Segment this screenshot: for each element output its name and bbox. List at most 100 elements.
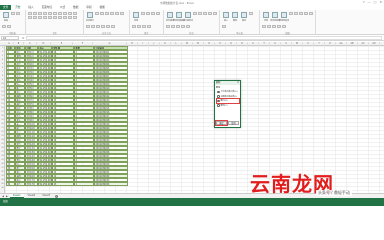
ribbon-button-6-0[interactable]: 求和 bbox=[262, 12, 270, 24]
ribbon-small-icon[interactable] bbox=[181, 25, 185, 28]
table-cell[interactable]: 2019030034 bbox=[94, 182, 128, 186]
table-cell[interactable]: 13 bbox=[52, 182, 74, 186]
table-cell[interactable]: 蒋六 bbox=[15, 182, 25, 186]
ribbon-small-icon[interactable] bbox=[63, 12, 67, 15]
ribbon-small-icon[interactable] bbox=[137, 25, 141, 28]
ribbon-small-icon[interactable] bbox=[132, 25, 136, 28]
ribbon-small-icon[interactable] bbox=[2, 25, 6, 28]
table-cell[interactable]: 34 bbox=[6, 182, 15, 186]
ribbon-button-5-0[interactable]: 插入 bbox=[222, 12, 230, 24]
ribbon-small-icon[interactable] bbox=[147, 25, 151, 28]
ribbon-small-icon[interactable] bbox=[186, 25, 190, 28]
ribbon-small-icon[interactable] bbox=[141, 12, 145, 15]
ribbon-small-icon[interactable] bbox=[48, 12, 52, 15]
ribbon-small-icon[interactable] bbox=[86, 25, 90, 28]
table-cell[interactable]: ¥1,250.00 bbox=[38, 182, 52, 186]
ribbon-small-icon[interactable] bbox=[208, 12, 212, 15]
radio-icon[interactable] bbox=[217, 104, 220, 107]
ribbon-small-icon[interactable] bbox=[53, 12, 57, 15]
ribbon-small-icon[interactable] bbox=[73, 12, 77, 15]
ribbon-button-2-0[interactable]: 自动换行 bbox=[86, 12, 94, 24]
ribbon-button-3-0[interactable]: 常规 bbox=[132, 12, 140, 24]
ribbon-small-icon[interactable] bbox=[96, 25, 100, 28]
ribbon-button-5-1[interactable]: 删除 bbox=[231, 12, 239, 24]
ribbon-button-6-2[interactable]: 查找和选择 bbox=[279, 12, 289, 24]
ribbon-small-icon[interactable] bbox=[277, 25, 281, 28]
radio-icon[interactable] bbox=[217, 99, 220, 102]
ribbon-small-icon[interactable] bbox=[11, 12, 15, 15]
ribbon-small-icon[interactable] bbox=[91, 25, 95, 28]
ribbon-small-icon[interactable] bbox=[267, 25, 271, 28]
ribbon-small-icon[interactable] bbox=[142, 25, 146, 28]
ribbon-button-6-1[interactable]: 排序和筛选 bbox=[270, 12, 280, 24]
ribbon-small-icon[interactable] bbox=[171, 25, 175, 28]
table-cell[interactable]: 3月17日 bbox=[25, 182, 38, 186]
ribbon-small-icon[interactable] bbox=[262, 25, 266, 28]
ribbon-small-icon[interactable] bbox=[222, 25, 226, 28]
ribbon-small-icon[interactable] bbox=[105, 12, 109, 15]
ribbon-button-0-0[interactable]: 粘贴 bbox=[2, 12, 10, 24]
ribbon-small-icon[interactable] bbox=[63, 16, 67, 19]
ribbon-small-icon[interactable] bbox=[101, 25, 105, 28]
delete-dialog: 删除 ✕ 删除 下方单元格上移(U) 右侧单元格左移(L) 整行(R) 整列(C) 确… bbox=[214, 80, 241, 128]
ribbon-small-icon[interactable] bbox=[203, 12, 207, 15]
table-cell[interactable]: 1 bbox=[74, 182, 94, 186]
ribbon-small-icon[interactable] bbox=[68, 16, 72, 19]
ribbon-small-icon[interactable] bbox=[249, 12, 253, 15]
ribbon-small-icon[interactable] bbox=[68, 12, 72, 15]
ribbon-button-4-1[interactable]: 套用表格格式 bbox=[173, 12, 185, 24]
ribbon-small-icon[interactable] bbox=[176, 25, 180, 28]
ribbon-small-icon[interactable] bbox=[111, 25, 115, 28]
cancel-button[interactable]: 取消 bbox=[228, 121, 239, 125]
ribbon-small-icon[interactable] bbox=[146, 12, 150, 15]
ribbon-small-icon[interactable] bbox=[95, 12, 99, 15]
ribbon-small-icon[interactable] bbox=[28, 16, 32, 19]
ribbon-small-icon[interactable] bbox=[289, 12, 293, 15]
radio-icon[interactable] bbox=[217, 95, 220, 98]
ribbon-small-icon[interactable] bbox=[38, 12, 42, 15]
ok-button[interactable]: 确定 bbox=[215, 120, 228, 126]
radio-icon[interactable] bbox=[217, 90, 220, 93]
ribbon-button-label: 格式 bbox=[241, 19, 246, 22]
ribbon-small-icon[interactable] bbox=[151, 12, 155, 15]
ribbon-small-icon[interactable] bbox=[166, 25, 170, 28]
ribbon-button-4-2[interactable]: 单元格样式 bbox=[183, 12, 193, 24]
ribbon-small-icon[interactable] bbox=[100, 12, 104, 15]
ribbon-small-icon[interactable] bbox=[48, 16, 52, 19]
delete-option[interactable]: 右侧单元格左移(L) bbox=[217, 95, 239, 99]
ribbon-small-icon[interactable] bbox=[198, 12, 202, 15]
ribbon-small-icon[interactable] bbox=[53, 16, 57, 19]
ribbon-small-icon[interactable] bbox=[309, 12, 313, 15]
ribbon-button-5-2[interactable]: 格式 bbox=[240, 12, 248, 24]
delete-option[interactable]: 整列(C) bbox=[217, 104, 239, 108]
ribbon-small-icon[interactable] bbox=[156, 12, 160, 15]
ribbon-small-icon[interactable] bbox=[7, 25, 11, 28]
ribbon-small-icon[interactable] bbox=[43, 16, 47, 19]
formula-input[interactable] bbox=[26, 36, 382, 40]
ribbon-small-icon[interactable] bbox=[272, 25, 276, 28]
delete-option[interactable]: 下方单元格上移(U) bbox=[217, 90, 239, 94]
ribbon-small-icon[interactable] bbox=[120, 12, 124, 15]
ribbon-small-icon[interactable] bbox=[193, 12, 197, 15]
delete-option[interactable]: 整行(R) bbox=[216, 98, 240, 104]
ribbon-small-icon[interactable] bbox=[282, 25, 286, 28]
fx-icon[interactable]: fx bbox=[22, 37, 24, 40]
ribbon-small-icon[interactable] bbox=[73, 16, 77, 19]
ribbon-small-icon[interactable] bbox=[58, 12, 62, 15]
ribbon-small-icon[interactable] bbox=[304, 12, 308, 15]
ribbon-small-icon[interactable] bbox=[16, 12, 20, 15]
ribbon-small-icon[interactable] bbox=[299, 12, 303, 15]
name-box[interactable]: A1 bbox=[1, 36, 19, 40]
ribbon-small-icon[interactable] bbox=[33, 16, 37, 19]
close-icon[interactable]: ✕ bbox=[237, 81, 239, 84]
ribbon-small-icon[interactable] bbox=[38, 16, 42, 19]
ribbon-small-icon[interactable] bbox=[43, 12, 47, 15]
ribbon-small-icon[interactable] bbox=[110, 12, 114, 15]
ribbon-small-icon[interactable] bbox=[33, 12, 37, 15]
ribbon-small-icon[interactable] bbox=[28, 12, 32, 15]
ribbon-small-icon[interactable] bbox=[213, 12, 217, 15]
ribbon-small-icon[interactable] bbox=[106, 25, 110, 28]
ribbon-small-icon[interactable] bbox=[115, 12, 119, 15]
ribbon-small-icon[interactable] bbox=[58, 16, 62, 19]
ribbon-small-icon[interactable] bbox=[294, 12, 298, 15]
